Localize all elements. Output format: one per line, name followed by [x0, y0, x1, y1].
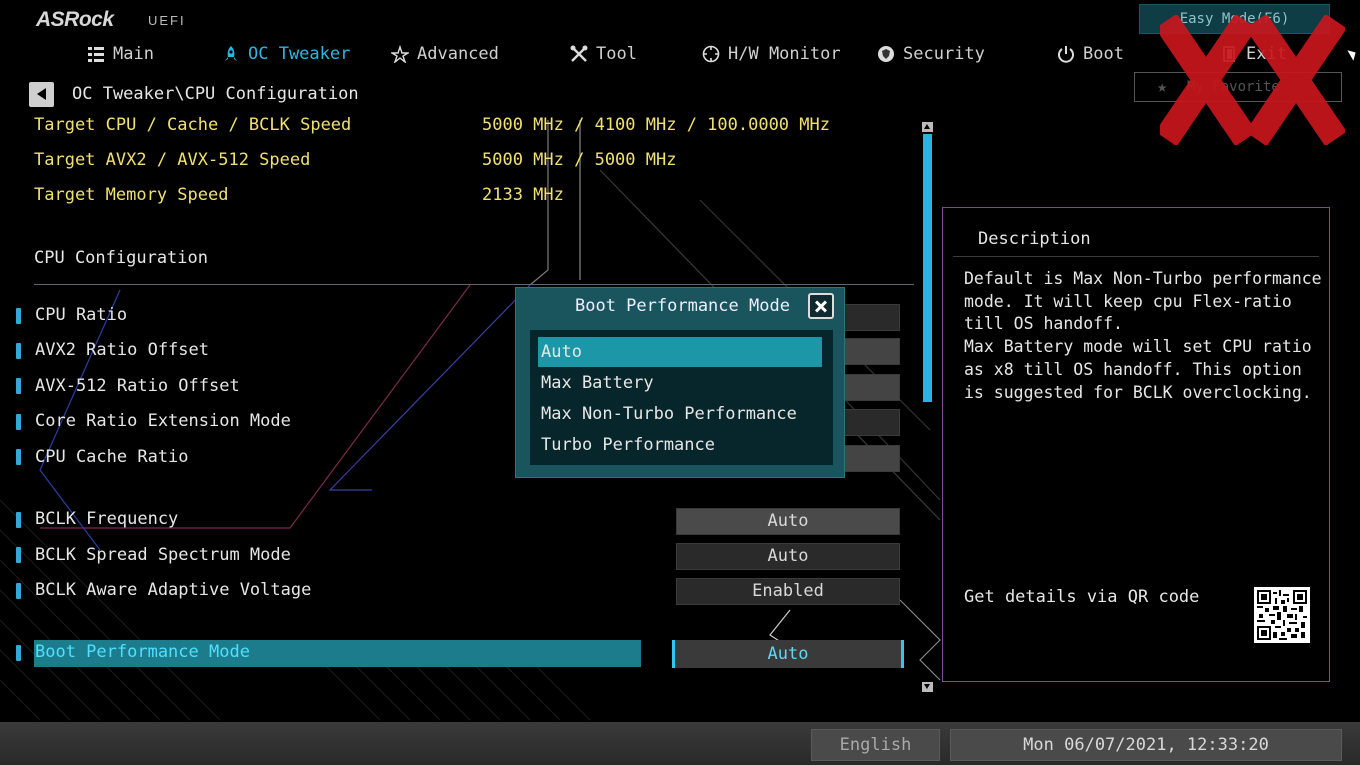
- tab-advanced[interactable]: Advanced: [391, 42, 499, 66]
- setting-label-avx512-ratio-offset[interactable]: AVX-512 Ratio Offset: [35, 376, 240, 396]
- language-button[interactable]: English: [811, 729, 940, 761]
- setting-value-bclk-spread-spectrum[interactable]: Auto: [676, 543, 900, 570]
- setting-value-bclk-aware-adaptive-voltage[interactable]: Enabled: [676, 578, 900, 605]
- setting-label-bclk-spread-spectrum[interactable]: BCLK Spread Spectrum Mode: [35, 545, 291, 565]
- tab-tool[interactable]: Tool: [570, 42, 637, 66]
- setting-label-avx2-ratio-offset[interactable]: AVX2 Ratio Offset: [35, 340, 209, 360]
- item-marker: [16, 645, 21, 661]
- close-icon[interactable]: [808, 293, 834, 319]
- setting-label-cpu-cache-ratio[interactable]: CPU Cache Ratio: [35, 447, 189, 467]
- setting-value-bclk-frequency[interactable]: Auto: [676, 508, 900, 535]
- shield-icon: [878, 46, 894, 62]
- rocket-icon: [225, 46, 237, 61]
- setting-value-boot-performance-mode[interactable]: Auto: [672, 640, 904, 668]
- scrollbar-thumb[interactable]: [923, 134, 932, 402]
- item-marker: [16, 547, 21, 563]
- tab-main[interactable]: Main: [87, 42, 154, 66]
- tab-main-label: Main: [113, 44, 154, 64]
- tab-boot[interactable]: Boot: [1057, 42, 1124, 66]
- star-icon: [391, 45, 409, 63]
- info-label-memory-speed: Target Memory Speed: [34, 185, 229, 205]
- tools-icon: [570, 45, 588, 62]
- setting-value-core-ratio-extension[interactable]: [844, 409, 900, 436]
- setting-label-cpu-ratio[interactable]: CPU Ratio: [35, 305, 127, 325]
- setting-label-core-ratio-extension[interactable]: Core Ratio Extension Mode: [35, 411, 291, 431]
- tab-boot-label: Boot: [1083, 44, 1124, 64]
- tab-oc-tweaker-label: OC Tweaker: [248, 44, 351, 64]
- power-icon: [1058, 46, 1074, 63]
- scroll-down-arrow-icon[interactable]: [922, 682, 933, 692]
- option-turbo-performance[interactable]: Turbo Performance: [538, 430, 822, 460]
- setting-label-boot-performance-mode[interactable]: Boot Performance Mode: [35, 642, 250, 662]
- tab-hw-monitor[interactable]: H/W Monitor: [702, 42, 841, 66]
- setting-value-avx2-ratio-offset[interactable]: [844, 338, 900, 365]
- dialog-title: Boot Performance Mode: [575, 296, 790, 316]
- asrock-logo: ASRock: [36, 8, 114, 31]
- info-label-avx-speed: Target AVX2 / AVX-512 Speed: [34, 150, 311, 170]
- item-marker: [16, 414, 21, 430]
- tab-security[interactable]: Security: [877, 42, 985, 66]
- description-text: Default is Max Non-Turbo performance mod…: [964, 269, 1322, 402]
- tab-security-label: Security: [903, 44, 985, 64]
- item-marker: [16, 308, 21, 324]
- list-icon: [88, 47, 104, 62]
- section-title: CPU Configuration: [34, 248, 208, 268]
- watermark-xx-icon: [1160, 15, 1345, 145]
- back-button[interactable]: [29, 82, 54, 107]
- description-title: Description: [978, 229, 1091, 249]
- item-marker: [16, 512, 21, 528]
- tab-advanced-label: Advanced: [417, 44, 499, 64]
- info-value-cpu-speed: 5000 MHz / 4100 MHz / 100.0000 MHz: [482, 115, 830, 135]
- setting-value-avx512-ratio-offset[interactable]: [844, 374, 900, 401]
- option-auto[interactable]: Auto: [538, 337, 822, 367]
- setting-label-bclk-frequency[interactable]: BCLK Frequency: [35, 509, 178, 529]
- qr-code-icon: [1254, 587, 1310, 643]
- option-max-battery[interactable]: Max Battery: [538, 368, 822, 398]
- tab-hw-monitor-label: H/W Monitor: [728, 44, 841, 64]
- scroll-up-arrow-icon[interactable]: [922, 122, 933, 132]
- item-marker: [16, 583, 21, 599]
- monitor-icon: [702, 45, 720, 63]
- info-value-memory-speed: 2133 MHz: [482, 185, 564, 205]
- item-marker: [16, 378, 21, 394]
- option-max-non-turbo[interactable]: Max Non-Turbo Performance: [538, 399, 822, 429]
- breadcrumb: OC Tweaker\CPU Configuration: [72, 84, 359, 104]
- datetime-display: Mon 06/07/2021, 12:33:20: [950, 729, 1342, 761]
- item-marker: [16, 343, 21, 359]
- setting-label-bclk-aware-adaptive-voltage[interactable]: BCLK Aware Adaptive Voltage: [35, 580, 311, 600]
- item-marker: [16, 449, 21, 465]
- info-value-avx-speed: 5000 MHz / 5000 MHz: [482, 150, 677, 170]
- setting-value-cpu-cache-ratio[interactable]: [844, 445, 900, 472]
- tab-oc-tweaker[interactable]: OC Tweaker: [222, 42, 350, 66]
- description-divider: [953, 256, 1319, 257]
- uefi-label: UEFI: [148, 13, 186, 28]
- tab-tool-label: Tool: [596, 44, 637, 64]
- section-divider: [34, 284, 914, 285]
- qr-code-label: Get details via QR code: [964, 587, 1200, 607]
- info-label-cpu-speed: Target CPU / Cache / BCLK Speed: [34, 115, 352, 135]
